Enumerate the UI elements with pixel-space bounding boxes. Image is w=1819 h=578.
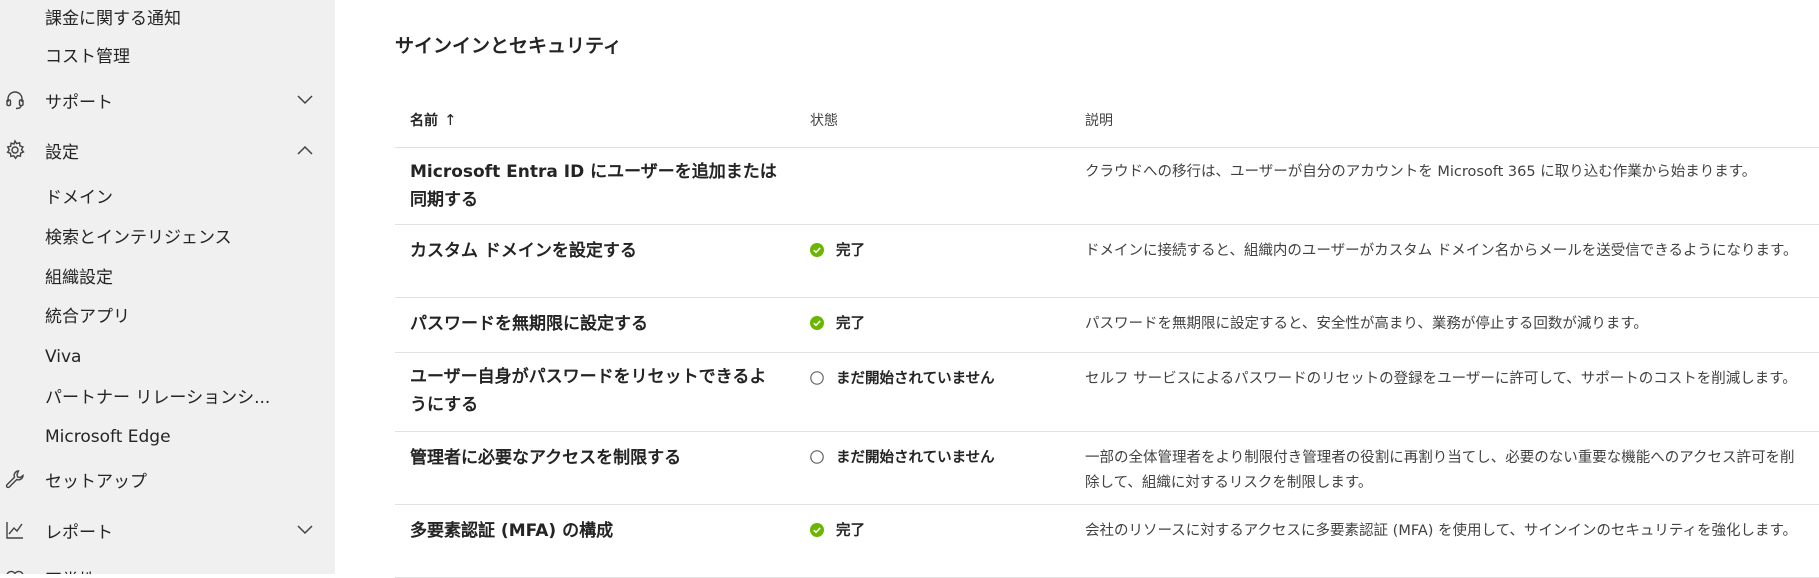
nav-item-support[interactable]: サポート xyxy=(0,82,335,118)
status-label: 完了 xyxy=(836,316,865,332)
heart-pulse-icon xyxy=(2,565,28,574)
nav-item-label: Viva xyxy=(45,347,82,367)
nav-item-setup[interactable]: セットアップ xyxy=(0,461,335,497)
table-row[interactable]: ユーザー自身がパスワードをリセットできるようにする まだ開始されていません セル… xyxy=(395,353,1819,432)
nav-item-search-intelligence[interactable]: 検索とインテリジェンス xyxy=(0,217,335,253)
task-description: 一部の全体管理者をより制限付き管理者の役割に再割り当てし、必要のない重要な機能へ… xyxy=(1085,450,1795,491)
task-status: 完了 xyxy=(810,519,865,540)
tasks-table: 名前 ↑ 状態 説明 Microsoft Entra ID にユーザーを追加または… xyxy=(395,92,1819,578)
nav-item-domains[interactable]: ドメイン xyxy=(0,177,335,213)
nav-item-label: セットアップ xyxy=(45,471,147,492)
task-description: ドメインに接続すると、組織内のユーザーがカスタム ドメイン名からメールを送受信で… xyxy=(1085,243,1798,259)
column-header-name-label: 名前 xyxy=(410,113,438,129)
task-name: カスタム ドメインを設定する xyxy=(410,241,637,261)
page-title: サインインとセキュリティ xyxy=(395,35,622,57)
table-row[interactable]: Microsoft Entra ID にユーザーを追加または同期する クラウドへ… xyxy=(395,148,1819,225)
check-circle-icon xyxy=(810,315,824,330)
nav-item-reports[interactable]: レポート xyxy=(0,512,335,548)
task-name: ユーザー自身がパスワードをリセットできるようにする xyxy=(410,367,767,415)
task-description: 会社のリソースに対するアクセスに多要素認証 (MFA) を使用して、サインインの… xyxy=(1085,523,1798,539)
task-name: 多要素認証 (MFA) の構成 xyxy=(410,521,614,541)
nav-item-label: コスト管理 xyxy=(45,46,130,67)
nav-item-viva[interactable]: Viva xyxy=(0,339,335,375)
nav-item-label: 統合アプリ xyxy=(45,306,130,327)
left-navigation: 課金に関する通知 コスト管理 サポート 設定 ドメイン 検索とインテリジェンス … xyxy=(0,0,335,574)
nav-item-integrated-apps[interactable]: 統合アプリ xyxy=(0,296,335,332)
task-description: クラウドへの移行は、ユーザーが自分のアカウントを Microsoft 365 に… xyxy=(1085,164,1757,180)
task-name: 管理者に必要なアクセスを制限する xyxy=(410,448,682,468)
status-label: 完了 xyxy=(836,243,865,259)
task-status: まだ開始されていません xyxy=(810,446,995,467)
nav-item-microsoft-edge[interactable]: Microsoft Edge xyxy=(0,419,335,455)
nav-item-label: レポート xyxy=(45,522,113,543)
task-description: パスワードを無期限に設定すると、安全性が高まり、業務が停止する回数が減ります。 xyxy=(1085,316,1648,332)
nav-item-label: パートナー リレーションシ... xyxy=(45,387,271,408)
table-row[interactable]: カスタム ドメインを設定する 完了 ドメインに接続すると、組織内のユーザーがカス… xyxy=(395,225,1819,298)
nav-item-org-settings[interactable]: 組織設定 xyxy=(0,257,335,293)
nav-item-settings[interactable]: 設定 xyxy=(0,132,335,168)
nav-item-label: 設定 xyxy=(45,142,79,163)
empty-circle-icon xyxy=(810,449,824,464)
task-status: 完了 xyxy=(810,239,865,260)
table-header: 名前 ↑ 状態 説明 xyxy=(395,92,1819,148)
chevron-up-icon[interactable] xyxy=(295,140,315,160)
nav-item-partner-relationships[interactable]: パートナー リレーションシ... xyxy=(0,377,335,413)
table-row[interactable]: 管理者に必要なアクセスを制限する まだ開始されていません 一部の全体管理者をより… xyxy=(395,432,1819,505)
status-label: 完了 xyxy=(836,523,865,539)
nav-item-cost-management[interactable]: コスト管理 xyxy=(0,36,335,72)
task-status: まだ開始されていません xyxy=(810,367,995,388)
gear-icon xyxy=(2,137,28,163)
task-name: Microsoft Entra ID にユーザーを追加または同期する xyxy=(410,162,777,210)
task-description: セルフ サービスによるパスワードのリセットの登録をユーザーに許可して、サポートの… xyxy=(1085,371,1797,387)
line-chart-icon xyxy=(2,517,28,543)
task-name: パスワードを無期限に設定する xyxy=(410,314,648,334)
table-row[interactable]: パスワードを無期限に設定する 完了 パスワードを無期限に設定すると、安全性が高ま… xyxy=(395,298,1819,353)
column-header-status[interactable]: 状態 xyxy=(810,110,838,130)
main-content: サインインとセキュリティ 名前 ↑ 状態 説明 Microsoft Entra I… xyxy=(335,0,1819,578)
empty-circle-icon xyxy=(810,370,824,385)
nav-item-label: サポート xyxy=(45,92,113,113)
column-header-name[interactable]: 名前 ↑ xyxy=(410,110,457,130)
nav-item-label: 組織設定 xyxy=(45,267,113,288)
headset-icon xyxy=(2,87,28,113)
check-circle-icon xyxy=(810,242,824,257)
task-status: 完了 xyxy=(810,312,865,333)
status-label: まだ開始されていません xyxy=(836,371,995,387)
chevron-down-icon[interactable] xyxy=(295,90,315,110)
table-row[interactable]: 多要素認証 (MFA) の構成 完了 会社のリソースに対するアクセスに多要素認証… xyxy=(395,505,1819,578)
status-label: まだ開始されていません xyxy=(836,450,995,466)
nav-item-billing-notifications[interactable]: 課金に関する通知 xyxy=(0,0,335,34)
nav-item-label: 課金に関する通知 xyxy=(45,8,181,29)
nav-item-label: ドメイン xyxy=(45,187,113,208)
chevron-down-icon[interactable] xyxy=(295,520,315,540)
nav-item-health[interactable]: 正常性 xyxy=(0,560,335,574)
nav-item-label: 正常性 xyxy=(45,566,96,575)
check-circle-icon xyxy=(810,522,824,537)
column-header-description[interactable]: 説明 xyxy=(1085,110,1113,130)
nav-item-label: 検索とインテリジェンス xyxy=(45,227,232,248)
wrench-icon xyxy=(2,466,28,492)
nav-item-label: Microsoft Edge xyxy=(45,427,171,447)
sort-ascending-icon: ↑ xyxy=(444,111,457,129)
